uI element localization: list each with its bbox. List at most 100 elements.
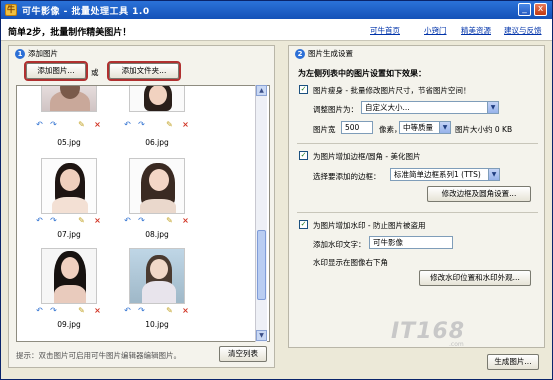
edit-icon[interactable]: ✎	[77, 120, 86, 129]
chevron-down-icon[interactable]: ▼	[487, 102, 498, 113]
link-home[interactable]: 可牛首页	[370, 25, 400, 36]
edit-icon[interactable]: ✎	[165, 120, 174, 129]
border-select[interactable]: 标准简单边框系列1 (TTS) ▼	[390, 168, 500, 181]
watermark-label: 为图片增加水印 - 防止图片被盗用	[313, 221, 426, 230]
watermark-domain: .com	[449, 341, 464, 348]
delete-icon[interactable]: ×	[93, 120, 102, 129]
app-window: 牛 可牛影像 - 批量处理工具 1.0 _ x 简单2步，批量制作精美图片！ 可…	[0, 0, 553, 380]
or-label: 或	[91, 68, 99, 77]
size-select[interactable]: 自定义大小... ▼	[361, 101, 499, 114]
thumbnail-tools: ↶ ↷ ✎ ×	[123, 120, 195, 130]
chevron-down-icon[interactable]: ▼	[439, 122, 450, 133]
delete-icon[interactable]: ×	[181, 306, 190, 315]
file-name: 08.jpg	[145, 230, 169, 239]
add-folder-button[interactable]: 添加文件夹...	[107, 61, 181, 81]
clear-list-button[interactable]: 清空列表	[219, 346, 267, 362]
border-select-label: 选择要添加的边框：	[313, 172, 381, 181]
border-checkbox[interactable]: ✓	[299, 151, 308, 160]
settings-heading: 为左侧列表中的图片设置如下效果：	[298, 69, 426, 78]
watermark-text-input[interactable]: 可牛影像	[369, 236, 453, 249]
thumbnail-image	[129, 158, 185, 214]
rotate-left-icon[interactable]: ↶	[123, 216, 132, 225]
resize-label: 图片瘦身 - 批量修改图片尺寸，节省图片空间！	[313, 86, 471, 95]
rotate-left-icon[interactable]: ↶	[123, 120, 132, 129]
delete-icon[interactable]: ×	[93, 306, 102, 315]
hint-text: 提示：双击图片可启用可牛图片编辑器编辑图片。	[16, 351, 181, 360]
add-images-title-text: 添加图片	[28, 49, 58, 58]
thumbnail-tools: ↶ ↷ ✎ ×	[35, 216, 107, 226]
scroll-down-icon[interactable]: ▼	[256, 330, 267, 341]
scroll-up-icon[interactable]: ▲	[256, 85, 267, 96]
divider	[297, 143, 538, 144]
rotate-right-icon[interactable]: ↷	[49, 216, 58, 225]
rotate-left-icon[interactable]: ↶	[35, 120, 44, 129]
step-1-badge: 1	[15, 49, 25, 59]
size-select-value: 自定义大小...	[365, 103, 410, 112]
output-settings-title: 2 图片生成设置	[295, 48, 353, 59]
thumbnail-image	[41, 158, 97, 214]
adjust-size-label: 调整图片为：	[313, 105, 358, 114]
delete-icon[interactable]: ×	[181, 120, 190, 129]
title-bar: 牛 可牛影像 - 批量处理工具 1.0 _ x	[1, 1, 552, 19]
output-settings-panel: 2 图片生成设置 为左侧列表中的图片设置如下效果： ✓ 图片瘦身 - 批量修改图片…	[288, 45, 545, 348]
thumbnail-image	[41, 86, 97, 112]
edit-icon[interactable]: ✎	[77, 216, 86, 225]
border-settings-button[interactable]: 修改边框及圆角设置...	[427, 186, 531, 202]
site-watermark: IT168 .com	[391, 319, 511, 349]
window-title: 可牛影像 - 批量处理工具 1.0	[22, 7, 150, 17]
link-tips[interactable]: 小窍门	[424, 25, 447, 36]
link-feedback[interactable]: 建议与反馈	[504, 25, 542, 36]
file-name: 09.jpg	[57, 320, 81, 329]
output-settings-title-text: 图片生成设置	[308, 49, 353, 58]
watermark-text-label: 添加水印文字：	[313, 240, 366, 249]
file-name: 10.jpg	[145, 320, 169, 329]
rotate-left-icon[interactable]: ↶	[123, 306, 132, 315]
resize-checkbox[interactable]: ✓	[299, 85, 308, 94]
delete-icon[interactable]: ×	[93, 216, 102, 225]
step-2-badge: 2	[295, 49, 305, 59]
edit-icon[interactable]: ✎	[165, 306, 174, 315]
image-list[interactable]: ↶ ↷ ✎ × 05.jpg ↶ ↷ ✎ × 06.jpg ↶ ↷ ✎ × 07…	[16, 85, 270, 342]
border-select-value: 标准简单边框系列1 (TTS)	[394, 170, 481, 179]
link-resources[interactable]: 精美资源	[461, 25, 491, 36]
add-image-button[interactable]: 添加图片...	[24, 61, 88, 81]
add-images-panel-title: 1 添加图片	[15, 48, 58, 59]
image-list-scrollbar[interactable]: ▲ ▼	[255, 85, 267, 342]
file-name: 06.jpg	[145, 138, 169, 147]
edit-icon[interactable]: ✎	[77, 306, 86, 315]
slogan: 简单2步，批量制作精美图片！	[8, 28, 132, 38]
scroll-thumb[interactable]	[257, 230, 266, 300]
app-logo-icon: 牛	[5, 4, 17, 16]
rotate-right-icon[interactable]: ↷	[137, 306, 146, 315]
rotate-right-icon[interactable]: ↷	[49, 120, 58, 129]
rotate-right-icon[interactable]: ↷	[137, 120, 146, 129]
rotate-right-icon[interactable]: ↷	[137, 216, 146, 225]
watermark-settings-button[interactable]: 修改水印位置和水印外观...	[419, 270, 531, 286]
rotate-left-icon[interactable]: ↶	[35, 306, 44, 315]
divider	[297, 212, 538, 213]
thumbnail-tools: ↶ ↷ ✎ ×	[35, 306, 107, 316]
minimize-button[interactable]: _	[518, 3, 531, 16]
rotate-left-icon[interactable]: ↶	[35, 216, 44, 225]
file-name: 05.jpg	[57, 138, 81, 147]
width-input[interactable]: 500	[341, 121, 373, 134]
thumbnail-tools: ↶ ↷ ✎ ×	[123, 306, 195, 316]
header-strip: 简单2步，批量制作精美图片！ 可牛首页 小窍门 精美资源 建议与反馈	[1, 19, 552, 41]
rotate-right-icon[interactable]: ↷	[49, 306, 58, 315]
list-item[interactable]: ↶ ↷ ✎ × 07.jpg	[27, 158, 111, 243]
generate-images-button[interactable]: 生成图片...	[487, 354, 539, 370]
border-label: 为图片增加边框/圆角 - 美化图片	[313, 152, 421, 161]
thumbnail-image	[129, 86, 185, 112]
list-item[interactable]: ↶ ↷ ✎ × 08.jpg	[115, 158, 199, 243]
delete-icon[interactable]: ×	[181, 216, 190, 225]
close-button[interactable]: x	[534, 3, 547, 16]
watermark-position-text: 水印显示在图像右下角	[313, 258, 388, 267]
list-item[interactable]: ↶ ↷ ✎ × 09.jpg	[27, 248, 111, 333]
quality-select[interactable]: 中等质量 ▼	[399, 121, 451, 134]
list-item[interactable]: ↶ ↷ ✎ × 10.jpg	[115, 248, 199, 333]
watermark-checkbox[interactable]: ✓	[299, 220, 308, 229]
file-name: 07.jpg	[57, 230, 81, 239]
edit-icon[interactable]: ✎	[165, 216, 174, 225]
chevron-down-icon[interactable]: ▼	[488, 169, 499, 180]
thumbnail-image	[41, 248, 97, 304]
